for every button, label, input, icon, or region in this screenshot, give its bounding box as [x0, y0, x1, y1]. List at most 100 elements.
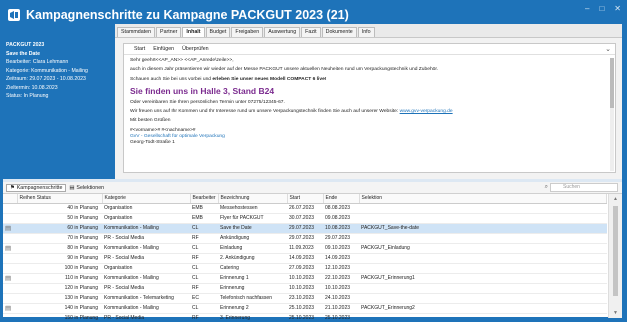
cell-start: 10.10.2023 [287, 273, 323, 284]
table-row[interactable]: ▤ 60 in Planung Kommunikation - Mailing CL S… [3, 223, 607, 234]
table-row[interactable]: ▤ 110 in Planung Kommunikation - Mailing CL… [3, 273, 607, 284]
mail-body[interactable]: Sehr geehrt<<AP_AN>> <<AP_Anrede\zeile>>… [124, 55, 615, 172]
cell-start: 25.10.2023 [287, 303, 323, 314]
minimize-icon[interactable]: – [585, 4, 589, 13]
rich-text-editor[interactable]: Start Einfügen Überprüfen ⌄ Sehr geehrt<… [123, 43, 616, 173]
cell-selektion: PACKGUT_Einladung [359, 243, 607, 254]
website-link[interactable]: www.gvv-verpackung.de [400, 109, 453, 114]
tab-inhalt[interactable]: Inhalt [182, 27, 205, 37]
cell-bezeichnung: Einladung [218, 243, 287, 254]
selection-icon: ▤ [69, 184, 75, 191]
tab-info[interactable]: Info [357, 27, 375, 37]
cell-status: 70 in Planung [17, 233, 102, 244]
tab-dokumente[interactable]: Dokumente [321, 27, 357, 37]
column-header-bearbeiter[interactable]: Bearbeiter [190, 194, 219, 204]
column-header-bezeichnung[interactable]: Bezeichnung [218, 194, 288, 204]
search-input[interactable]: Suchen [550, 183, 618, 192]
cell-bearbeiter: CL [190, 263, 218, 274]
cell-selektion: PACKGUT_Erinnerung1 [359, 273, 607, 284]
cell-status: 130 in Planung [17, 293, 102, 304]
cell-kategorie: PR - Social Media [102, 283, 190, 294]
table-row[interactable]: 120 in Planung PR - Social Media RF Erinner… [3, 283, 607, 294]
tab-auswertung[interactable]: Auswertung [264, 27, 301, 37]
table-row[interactable]: ▤ 140 in Planung Kommunikation - Mailing CL… [3, 303, 607, 314]
cell-start: 10.10.2023 [287, 283, 323, 294]
table-row[interactable]: 130 in Planung Kommunikation - Telemarket… [3, 293, 607, 304]
scrollbar-thumb[interactable] [610, 58, 614, 108]
table-row[interactable]: 90 in Planung PR - Social Media RF 2. Ankün… [3, 253, 607, 264]
cell-start: 14.09.2023 [287, 253, 323, 264]
cell-bearbeiter: RF [190, 233, 218, 244]
scroll-down-icon[interactable]: ▼ [613, 310, 618, 316]
row-icon [3, 313, 17, 322]
column-header-status[interactable]: Reihen Status [17, 194, 103, 204]
window-frame: PACKGUT 2023 Save the Date Bearbeiter: C… [3, 24, 622, 322]
cell-bearbeiter: RF [190, 253, 218, 264]
cell-ende: 10.08.2023 [323, 223, 359, 234]
column-header-icon[interactable] [3, 194, 18, 204]
cell-selektion [359, 263, 607, 274]
tab-partner[interactable]: Partner [156, 27, 182, 37]
summary-line: Status: In Planung [6, 93, 49, 99]
column-header-ende[interactable]: Ende [323, 194, 360, 204]
scrollbar-thumb[interactable] [613, 206, 618, 296]
table-row[interactable]: 70 in Planung PR - Social Media RF Ankündig… [3, 233, 607, 244]
tab-stammdaten[interactable]: Stammdaten [117, 27, 156, 37]
table-row[interactable]: 100 in Planung Organisation CL Catering 27.0… [3, 263, 607, 274]
campaign-steps-icon [8, 9, 20, 21]
cell-bearbeiter: EMB [190, 203, 218, 214]
cell-bezeichnung: Telefonisch nachfassen [218, 293, 287, 304]
column-header-kategorie[interactable]: Kategorie [102, 194, 191, 204]
chevron-down-icon[interactable]: ⌄ [605, 45, 611, 53]
column-header-selektion[interactable]: Selektion [359, 194, 607, 204]
steps-icon: ⚑ [10, 184, 15, 191]
table-row[interactable]: 150 in Planung PR - Social Media RF 3. Erin… [3, 313, 607, 322]
cell-bezeichnung: Erinnerung 1 [218, 273, 287, 284]
cell-kategorie: Organisation [102, 263, 190, 274]
cell-kategorie: Kommunikation - Mailing [102, 243, 190, 254]
cell-bearbeiter: RF [190, 283, 218, 294]
booth-heading: Sie finden uns in Halle 3, Stand B24 [130, 85, 275, 96]
cell-kategorie: PR - Social Media [102, 313, 190, 322]
cell-status: 110 in Planung [17, 273, 102, 284]
step-summary-panel: PACKGUT 2023 Save the Date Bearbeiter: C… [3, 24, 115, 179]
tab-selektionen[interactable]: ▤ Selektionen [66, 185, 107, 191]
table-row[interactable]: ▤ 80 in Planung Kommunikation - Mailing CL E… [3, 243, 607, 254]
table-row[interactable]: 50 in Planung Organisation EMB Flyer für PA… [3, 213, 607, 224]
closing-paragraph: Wir freuen uns auf Ihr Kommen und Ihr In… [130, 109, 615, 115]
tab-budget[interactable]: Budget [205, 27, 231, 37]
closing-text: Wir freuen uns auf Ihr Kommen und Ihr In… [130, 109, 399, 115]
cell-bearbeiter: CL [190, 303, 218, 314]
summary-line: Bearbeiter: Clara Lehmann [6, 59, 69, 65]
cell-selektion [359, 313, 607, 322]
tab-freigaben[interactable]: Freigaben [231, 27, 264, 37]
row-icon: ▤ [3, 243, 17, 254]
column-header-start[interactable]: Start [287, 194, 324, 204]
ribbon-tab-ueberpruefen[interactable]: Überprüfen [182, 46, 209, 52]
cell-ende: 09.08.2023 [323, 213, 359, 224]
ribbon-tab-start[interactable]: Start [134, 46, 145, 52]
cell-ende: 10.10.2023 [323, 283, 359, 294]
tab-kampagnenschritte[interactable]: ⚑ Kampagnenschritte [6, 183, 67, 192]
cell-bezeichnung: Save the Date [218, 223, 287, 234]
table-header-row: Reihen Status Kategorie Bearbeiter Bezei… [3, 194, 607, 204]
tab-label: Kampagnenschritte [16, 184, 63, 191]
tab-fazit[interactable]: Fazit [301, 27, 321, 37]
cell-bearbeiter: RF [190, 313, 218, 322]
cell-selektion [359, 293, 607, 304]
cell-selektion: PACKGUT_Save-the-date [359, 223, 607, 234]
ribbon-tab-einfuegen[interactable]: Einfügen [153, 46, 174, 52]
intro-paragraph: auch in diesem Jahr präsentieren wir wie… [130, 67, 439, 73]
editor-scrollbar[interactable] [610, 58, 614, 171]
search-icon[interactable]: ⌕ [545, 184, 548, 191]
cell-selektion [359, 233, 607, 244]
table-row[interactable]: 40 in Planung Organisation EMB Messehostess… [3, 203, 607, 214]
cell-selektion [359, 213, 607, 224]
close-icon[interactable]: ✕ [614, 4, 621, 13]
salutation: Sehr geehrt<<AP_AN>> <<AP_Anrede\zeile>>… [130, 58, 234, 63]
scroll-up-icon[interactable]: ▲ [613, 196, 618, 202]
maximize-icon[interactable]: □ [599, 4, 604, 13]
table-scrollbar[interactable]: ▲ ▼ [608, 194, 622, 318]
cell-kategorie: PR - Social Media [102, 253, 190, 264]
bottom-tabs: ⚑ Kampagnenschritte ▤ Selektionen ⌕ Such… [3, 182, 622, 194]
